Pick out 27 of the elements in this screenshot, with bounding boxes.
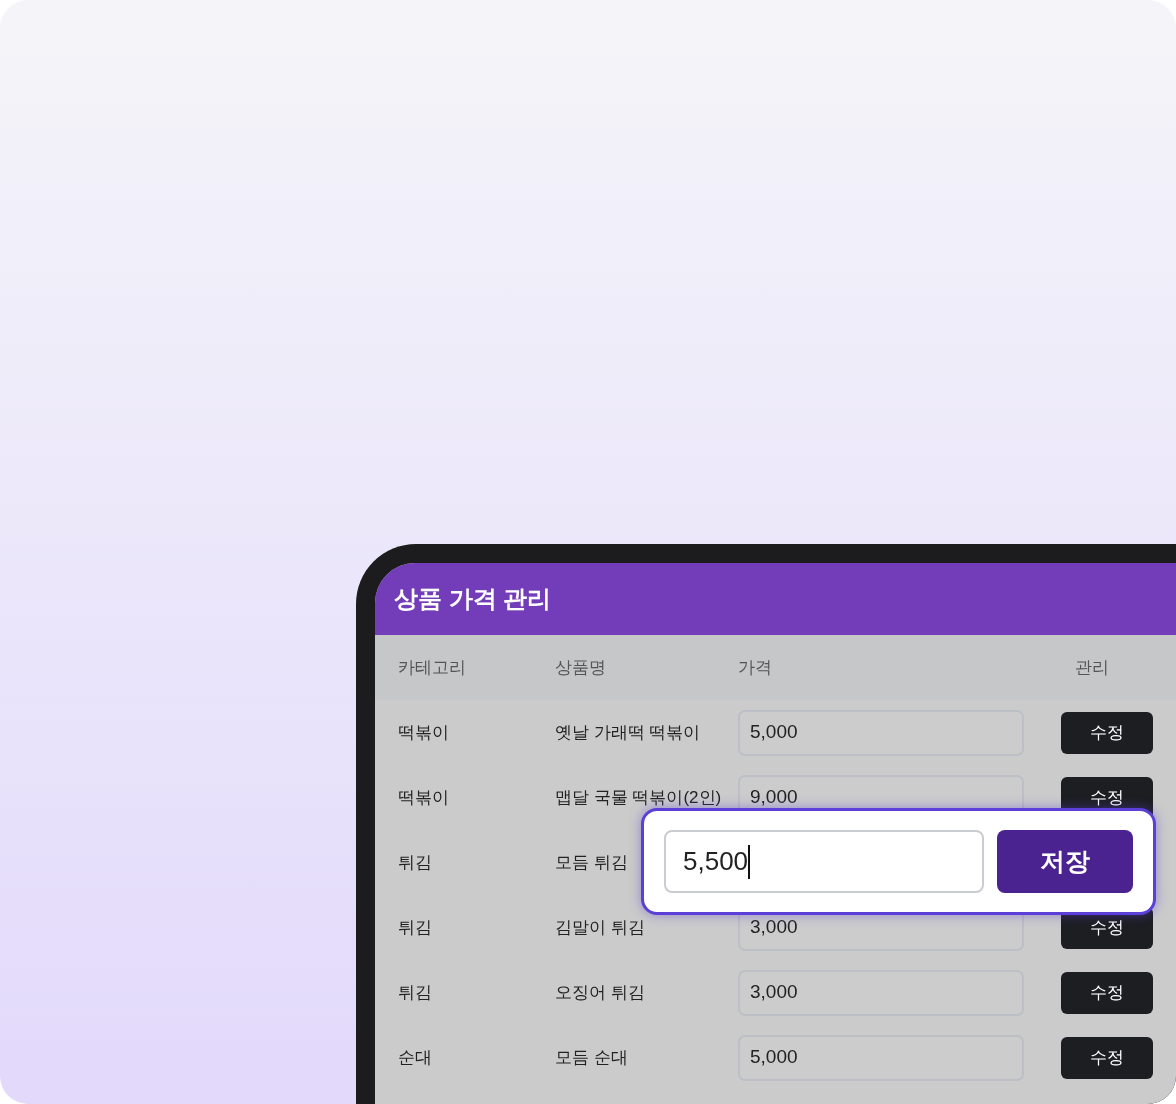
- column-header: 관리: [1074, 656, 1110, 679]
- table-cell-text: 순대: [398, 1046, 432, 1069]
- column-header: 카테고리: [398, 656, 467, 679]
- column-header: 상품명: [555, 656, 607, 679]
- table-cell-text: 모듬 튀김: [555, 851, 628, 874]
- table-cell-text: 맵달 국물 떡볶이(2인): [555, 786, 722, 809]
- table-cell-text: 모듬 순대: [555, 1046, 628, 1069]
- screen-title: 상품 가격 관리: [394, 584, 552, 614]
- table-cell-text: 떡볶이: [398, 786, 449, 809]
- table-cell-text: 떡볶이: [398, 721, 449, 744]
- table-cell-text: 오징어 튀김: [555, 981, 645, 1004]
- table-cell-text: 튀김: [398, 916, 432, 939]
- save-button[interactable]: 저장: [997, 830, 1133, 893]
- table-cell-text: 튀김: [398, 851, 432, 874]
- edit-button[interactable]: 수정: [1061, 1036, 1153, 1079]
- input-value: 5,500: [683, 845, 749, 878]
- column-header: 가격: [738, 656, 773, 679]
- price-input[interactable]: 5,500: [664, 830, 984, 893]
- text-cursor: [748, 844, 751, 879]
- table-cell-text: 김말이 튀김: [555, 916, 645, 939]
- edit-button[interactable]: 수정: [1061, 711, 1153, 754]
- edit-button[interactable]: 수정: [1061, 971, 1153, 1014]
- table-cell-text: 옛날 가래떡 떡볶이: [555, 721, 701, 744]
- table-cell-text: 튀김: [398, 981, 432, 1004]
- price-field[interactable]: 5,000: [738, 1034, 1024, 1081]
- price-field[interactable]: 5,000: [738, 709, 1024, 756]
- price-field[interactable]: 3,000: [738, 969, 1024, 1016]
